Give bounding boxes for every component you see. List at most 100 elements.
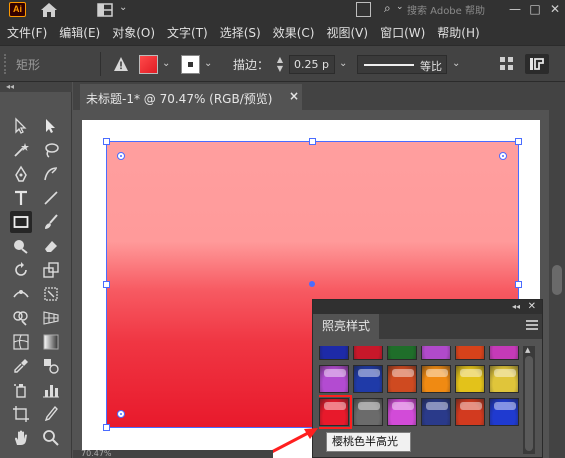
- paintbrush-tool-icon[interactable]: [40, 211, 62, 233]
- close-tab-button[interactable]: ×: [289, 89, 299, 103]
- style-swatch[interactable]: [387, 346, 417, 360]
- chevron-down-icon[interactable]: ⌄: [162, 58, 170, 69]
- corner-radius-widget[interactable]: [117, 152, 125, 160]
- free-transform-tool-icon[interactable]: [40, 283, 62, 305]
- style-swatch[interactable]: [319, 365, 349, 393]
- scroll-up-icon[interactable]: ▲: [525, 346, 530, 354]
- panel-title-strip[interactable]: ◂◂ ✕: [313, 300, 542, 314]
- style-swatch[interactable]: [421, 365, 451, 393]
- close-panel-button[interactable]: ✕: [528, 300, 536, 314]
- chevron-down-icon[interactable]: ⌄: [339, 58, 347, 69]
- stroke-weight-input[interactable]: 0.25 p: [289, 55, 335, 74]
- warning-icon[interactable]: [113, 56, 129, 72]
- menu-select[interactable]: 选择(S): [220, 24, 261, 41]
- menu-edit[interactable]: 编辑(E): [59, 24, 100, 41]
- tools-panel-collapse[interactable]: ◂◂: [0, 82, 72, 92]
- magic-wand-tool-icon[interactable]: [10, 139, 32, 161]
- resize-handle[interactable]: [309, 138, 316, 145]
- resize-handle[interactable]: [103, 138, 110, 145]
- style-swatch[interactable]: [387, 365, 417, 393]
- status-bar-zoom[interactable]: 70.47%: [73, 450, 273, 458]
- collapse-icon[interactable]: ◂◂: [512, 300, 520, 314]
- chevron-down-icon[interactable]: ⌄: [119, 2, 127, 13]
- slice-tool-icon[interactable]: [40, 403, 62, 425]
- stroke-profile-dropdown[interactable]: 等比: [357, 55, 447, 74]
- gradient-tool-icon[interactable]: [40, 331, 62, 353]
- symbol-sprayer-tool-icon[interactable]: [10, 379, 32, 401]
- menu-file[interactable]: 文件(F): [7, 24, 47, 41]
- panel-scrollbar[interactable]: ▲: [523, 346, 535, 454]
- blend-tool-icon[interactable]: [40, 355, 62, 377]
- workspace-switcher-icon[interactable]: [97, 3, 113, 17]
- style-swatch[interactable]: [387, 398, 417, 426]
- fill-color-swatch[interactable]: [139, 55, 158, 74]
- panel-scrollbar-thumb[interactable]: [525, 356, 533, 451]
- style-swatch[interactable]: [421, 346, 451, 360]
- chevron-down-icon[interactable]: ⌄: [204, 58, 212, 69]
- style-swatch[interactable]: [421, 398, 451, 426]
- style-swatch[interactable]: [319, 395, 352, 429]
- shaper-tool-icon[interactable]: [10, 235, 32, 257]
- scale-tool-icon[interactable]: [40, 259, 62, 281]
- width-tool-icon[interactable]: [10, 283, 32, 305]
- resize-handle[interactable]: [515, 281, 522, 288]
- chevron-down-icon[interactable]: ⌄: [452, 58, 460, 69]
- style-swatch[interactable]: [455, 346, 485, 360]
- rectangle-tool-icon[interactable]: [10, 211, 32, 233]
- style-swatch[interactable]: [489, 346, 519, 360]
- close-window-button[interactable]: ✕: [545, 0, 565, 18]
- search-input[interactable]: 搜索 Adobe 帮助: [407, 2, 485, 17]
- eyedropper-tool-icon[interactable]: [10, 355, 32, 377]
- corner-radius-widget[interactable]: [117, 410, 125, 418]
- stroke-weight-stepper[interactable]: ▲ ▼: [274, 55, 286, 74]
- resize-handle[interactable]: [515, 138, 522, 145]
- menu-effect[interactable]: 效果(C): [273, 24, 315, 41]
- home-icon[interactable]: [40, 2, 58, 18]
- column-graph-tool-icon[interactable]: [40, 379, 62, 401]
- menu-view[interactable]: 视图(V): [326, 24, 368, 41]
- style-swatch[interactable]: [353, 365, 383, 393]
- style-swatch[interactable]: [455, 398, 485, 426]
- stroke-color-swatch[interactable]: [181, 55, 200, 74]
- arrange-documents-icon[interactable]: [356, 2, 371, 17]
- menu-type[interactable]: 文字(T): [167, 24, 208, 41]
- shape-builder-tool-icon[interactable]: [10, 307, 32, 329]
- rotate-tool-icon[interactable]: [10, 259, 32, 281]
- style-swatch[interactable]: [353, 398, 383, 426]
- document-tab[interactable]: 未标题-1* @ 70.47% (RGB/预览) ×: [80, 84, 302, 110]
- menu-object[interactable]: 对象(O): [112, 24, 155, 41]
- direct-selection-tool-icon[interactable]: [40, 115, 62, 137]
- line-segment-tool-icon[interactable]: [40, 187, 62, 209]
- zoom-tool-icon[interactable]: [40, 427, 62, 449]
- hand-tool-icon[interactable]: [10, 427, 32, 449]
- panel-menu-icon[interactable]: [526, 320, 538, 330]
- vertical-scrollbar[interactable]: [549, 110, 565, 458]
- panel-tab-illuminate-styles[interactable]: 照亮样式: [313, 314, 379, 339]
- transform-icon[interactable]: [525, 54, 549, 74]
- lasso-tool-icon[interactable]: [40, 139, 62, 161]
- resize-handle[interactable]: [103, 281, 110, 288]
- artboard-tool-icon[interactable]: [10, 403, 32, 425]
- style-swatch[interactable]: [455, 365, 485, 393]
- resize-handle[interactable]: [103, 424, 110, 431]
- type-tool-icon[interactable]: [10, 187, 32, 209]
- corner-radius-widget[interactable]: [499, 152, 507, 160]
- style-swatch[interactable]: [353, 346, 383, 360]
- pen-tool-icon[interactable]: [10, 163, 32, 185]
- help-search-box[interactable]: ⌕ ⌄ 搜索 Adobe 帮助: [382, 0, 502, 18]
- style-swatch[interactable]: [489, 398, 519, 426]
- perspective-grid-tool-icon[interactable]: [40, 307, 62, 329]
- style-swatch[interactable]: [489, 365, 519, 393]
- menu-help[interactable]: 帮助(H): [437, 24, 479, 41]
- panel-grip[interactable]: [4, 54, 6, 74]
- mesh-tool-icon[interactable]: [10, 331, 32, 353]
- align-icon[interactable]: [500, 57, 514, 71]
- eraser-tool-icon[interactable]: [40, 235, 62, 257]
- menu-window[interactable]: 窗口(W): [380, 24, 425, 41]
- minimize-button[interactable]: —: [505, 0, 525, 18]
- maximize-button[interactable]: □: [525, 0, 545, 18]
- selection-tool-icon[interactable]: [10, 115, 32, 137]
- scrollbar-thumb[interactable]: [552, 265, 562, 295]
- style-swatch[interactable]: [319, 346, 349, 360]
- curvature-tool-icon[interactable]: [40, 163, 62, 185]
